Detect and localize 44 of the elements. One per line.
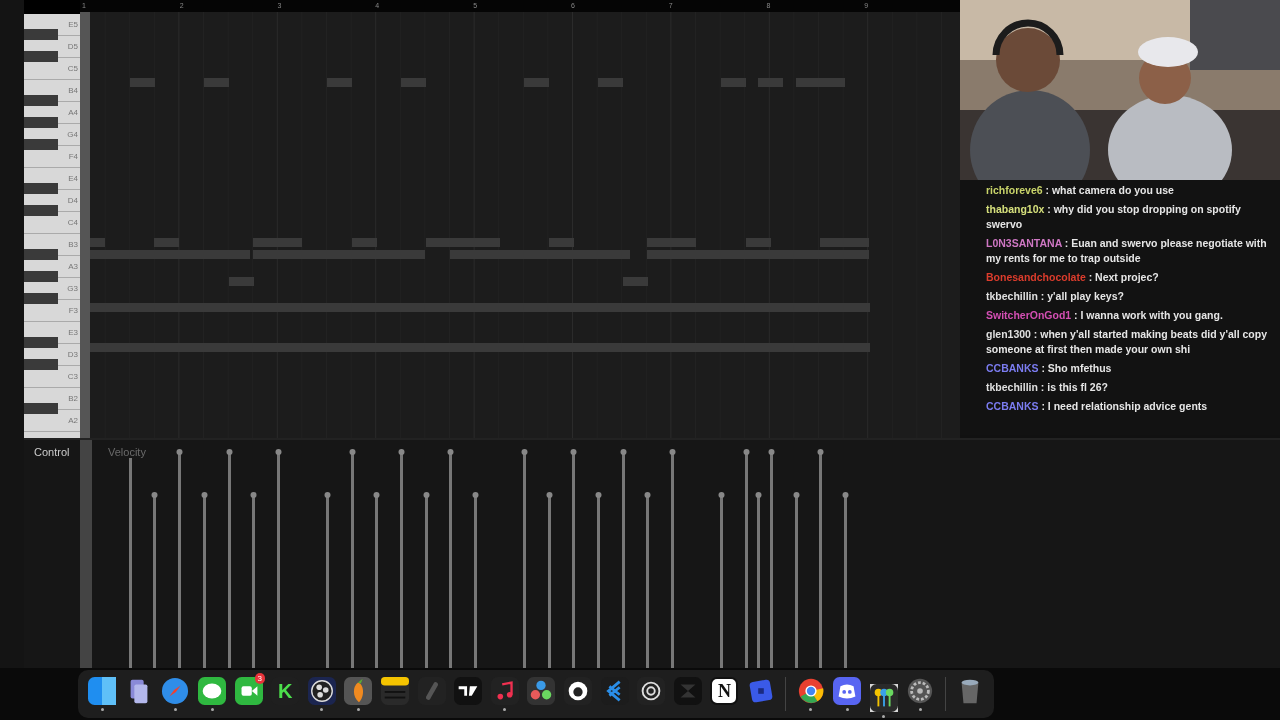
key-label: C4 [67, 218, 78, 227]
circles-icon[interactable] [307, 677, 336, 705]
notes-icon[interactable] [381, 677, 410, 705]
key-label: F4 [68, 152, 78, 161]
chat-message: tkbechillin : y'all play keys? [986, 289, 1125, 304]
key-label: D3 [67, 350, 78, 359]
key-label: A3 [68, 262, 78, 271]
chat-message: thabang10x : why did you stop dropping on spotify swervo [986, 202, 1242, 232]
chat-message: tkbechillin : is this fl 26? [986, 380, 1109, 395]
key-label: E3 [68, 328, 78, 337]
key-label: F3 [68, 306, 78, 315]
chat-message: CCBANKS : Sho mfethus [986, 361, 1113, 376]
chat-message: richforeve6 : what camera do you use [986, 183, 1175, 198]
fruit-icon[interactable] [344, 677, 373, 705]
video-camera-icon[interactable] [234, 677, 263, 705]
dots-icon[interactable] [527, 677, 556, 705]
circle-logo-icon[interactable] [796, 677, 825, 705]
key-label: C5 [67, 64, 78, 73]
control-label[interactable]: Control [24, 446, 70, 668]
key-label: B2 [68, 394, 78, 403]
key-label: B4 [68, 86, 78, 95]
chat-message: L0N3SANTANA : Euan and swervo please negotiate with my rents for me to trap outside [986, 236, 1268, 266]
key-label: D5 [67, 42, 78, 51]
key-label: A4 [68, 108, 78, 117]
key-label: C3 [67, 372, 78, 381]
key-label: D4 [67, 196, 78, 205]
key-label: A2 [68, 416, 78, 425]
letter-icon[interactable]: N [710, 677, 739, 705]
key-label: B3 [68, 240, 78, 249]
controller-icon[interactable] [833, 677, 862, 705]
logo-icon[interactable] [454, 677, 483, 705]
key-label: G4 [67, 130, 78, 139]
gear-icon[interactable] [906, 677, 935, 705]
speech-bubble-icon[interactable] [198, 677, 227, 705]
notification-badge: 3 [254, 673, 265, 684]
chat-message: SwitcherOnGod1 : I wanna work with you gang. [986, 308, 1224, 323]
compass-icon[interactable] [161, 677, 190, 705]
key-label: E4 [68, 174, 78, 183]
chat-message: Bonesandchocolate : Next projec? [986, 270, 1160, 285]
key-label: E5 [68, 20, 78, 29]
key-label: G3 [67, 284, 78, 293]
chat-message: glen1300 : when y'all started making beats did y'all copy someone at first then made your own shi [986, 327, 1268, 357]
keys-icon[interactable] [869, 684, 898, 712]
chat-message: CCBANKS : I need relationship advice gents [986, 399, 1209, 414]
